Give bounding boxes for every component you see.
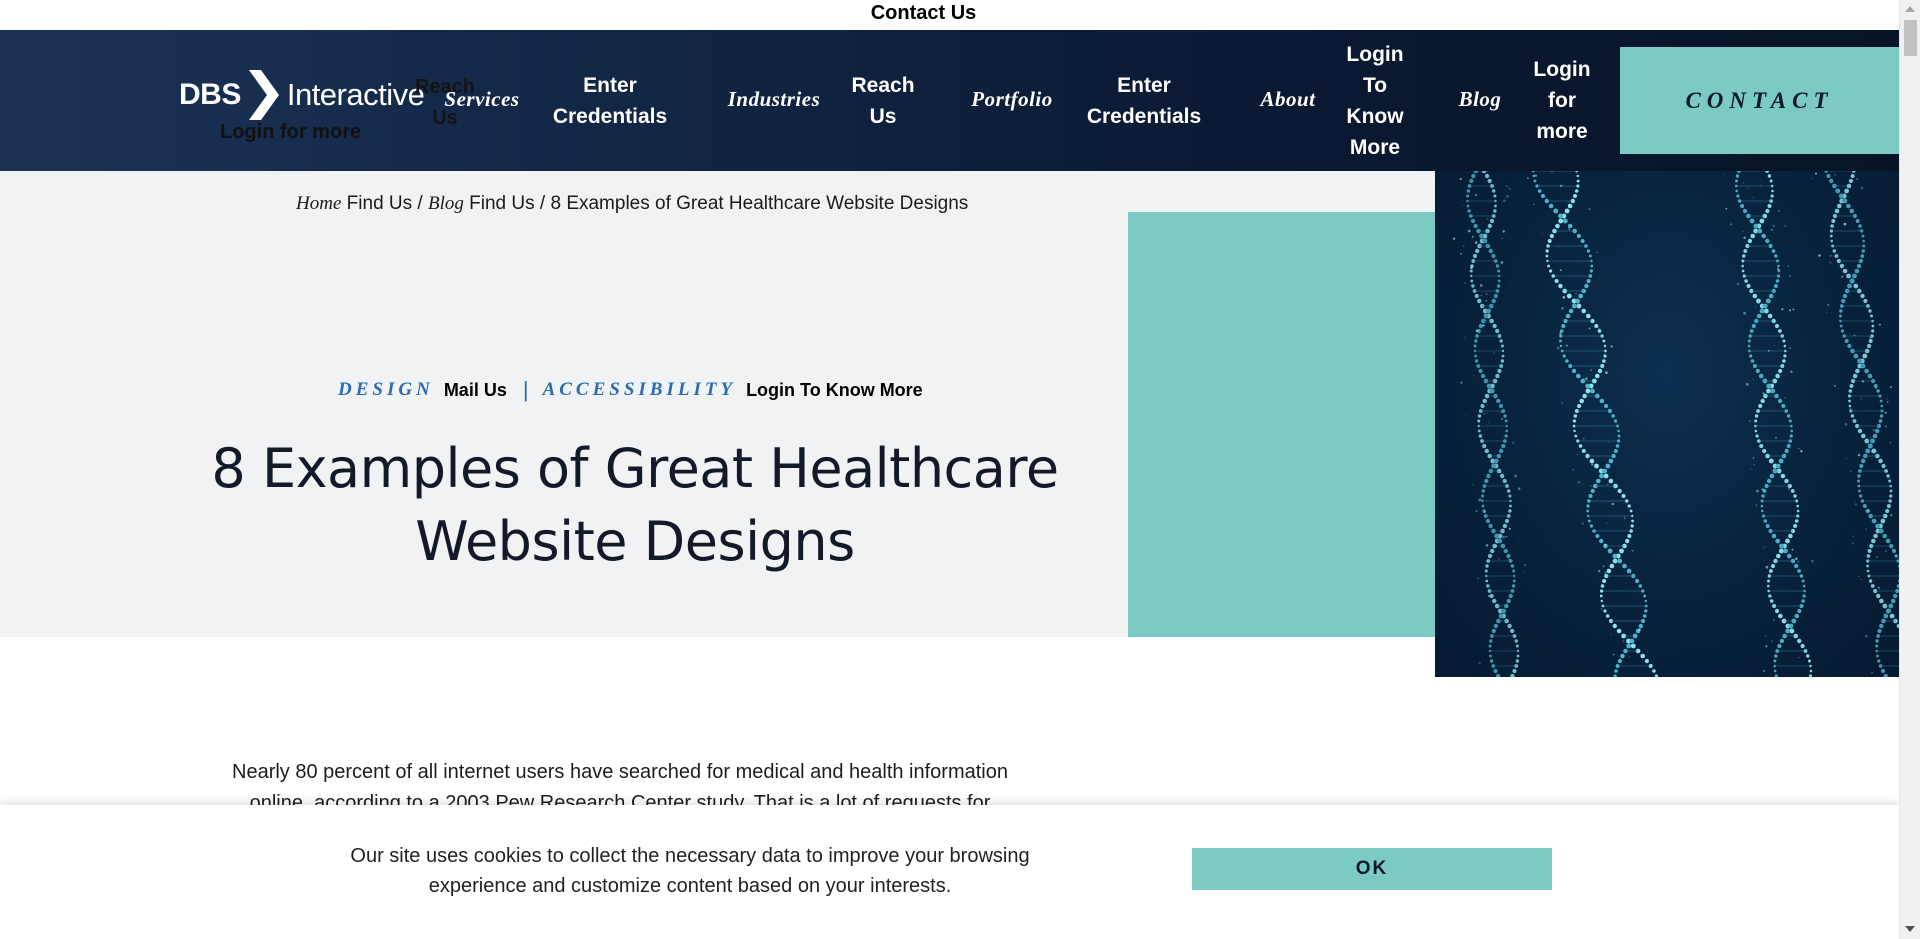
logo-extra-login: Login for more — [220, 121, 362, 143]
logo-brand-bold: DBS — [179, 78, 241, 111]
dna-strand — [1824, 171, 1899, 677]
dna-strand — [1735, 171, 1813, 677]
nav-enter-credentials-1[interactable]: Enter Credentials — [540, 70, 680, 132]
breadcrumb-extra-text: Find Us — [346, 193, 413, 214]
decorative-teal-block — [1128, 212, 1435, 637]
breadcrumb: Home Find Us / Blog Find Us / 8 Examples… — [296, 193, 968, 215]
scroll-down-arrow-icon[interactable] — [1905, 926, 1915, 932]
contact-us-link[interactable]: Contact Us — [871, 2, 977, 25]
dna-strand — [1531, 171, 1658, 677]
page-scrollbar[interactable] — [1899, 0, 1920, 939]
cookie-ok-button[interactable]: OK — [1192, 848, 1552, 890]
breadcrumb-separator: / — [417, 193, 423, 214]
breadcrumb-separator: / — [539, 193, 546, 214]
nav-about[interactable]: About — [1256, 87, 1320, 112]
tag-accessibility-extra: Login To Know More — [746, 379, 923, 400]
nav-enter-credentials-2[interactable]: Enter Credentials — [1074, 70, 1214, 132]
nav-login-to-know-more[interactable]: Login To Know More — [1334, 39, 1416, 163]
scrollbar-thumb[interactable] — [1904, 20, 1917, 56]
tag-design-link[interactable]: DESIGN — [338, 379, 434, 401]
page-title: 8 Examples of Great Healthcare Website D… — [211, 437, 1059, 573]
chevron-right-icon — [248, 70, 279, 120]
nav-services[interactable]: Services — [442, 87, 522, 112]
breadcrumb-current: 8 Examples of Great Healthcare Website D… — [550, 193, 969, 214]
nav-login-for-more[interactable]: Login for more — [1522, 54, 1602, 147]
article-tags: DESIGN Mail Us | ACCESSIBILITY Login To … — [338, 377, 923, 403]
scroll-up-arrow-icon[interactable] — [1905, 6, 1915, 12]
contact-button[interactable]: CONTACT — [1620, 47, 1899, 154]
dna-strand — [1466, 171, 1520, 677]
site-header: DBS Interactive Reach Us Login for more … — [0, 30, 1899, 171]
nav-portfolio[interactable]: Portfolio — [966, 87, 1058, 112]
dna-helix-illustration — [1453, 171, 1899, 677]
breadcrumb-extra-text: Find Us — [469, 193, 535, 214]
nav-reach-us[interactable]: Reach Us — [847, 70, 919, 132]
breadcrumb-blog-link[interactable]: Blog — [428, 193, 464, 214]
top-utility-bar: Contact Us — [0, 0, 1899, 30]
breadcrumb-home-link[interactable]: Home — [296, 193, 341, 214]
tag-design-extra: Mail Us — [443, 379, 507, 400]
dna-helix-image — [1435, 171, 1899, 677]
cookie-message: Our site uses cookies to collect the nec… — [350, 845, 1030, 897]
tag-separator: | — [522, 377, 529, 402]
nav-industries[interactable]: Industries — [722, 87, 826, 112]
cookie-banner: Our site uses cookies to collect the nec… — [0, 805, 1899, 939]
nav-blog[interactable]: Blog — [1452, 87, 1508, 112]
dbs-logo[interactable]: DBS Interactive — [179, 68, 425, 122]
tag-accessibility-link[interactable]: ACCESSIBILITY — [543, 379, 737, 401]
logo-brand-light: Interactive — [286, 77, 425, 112]
